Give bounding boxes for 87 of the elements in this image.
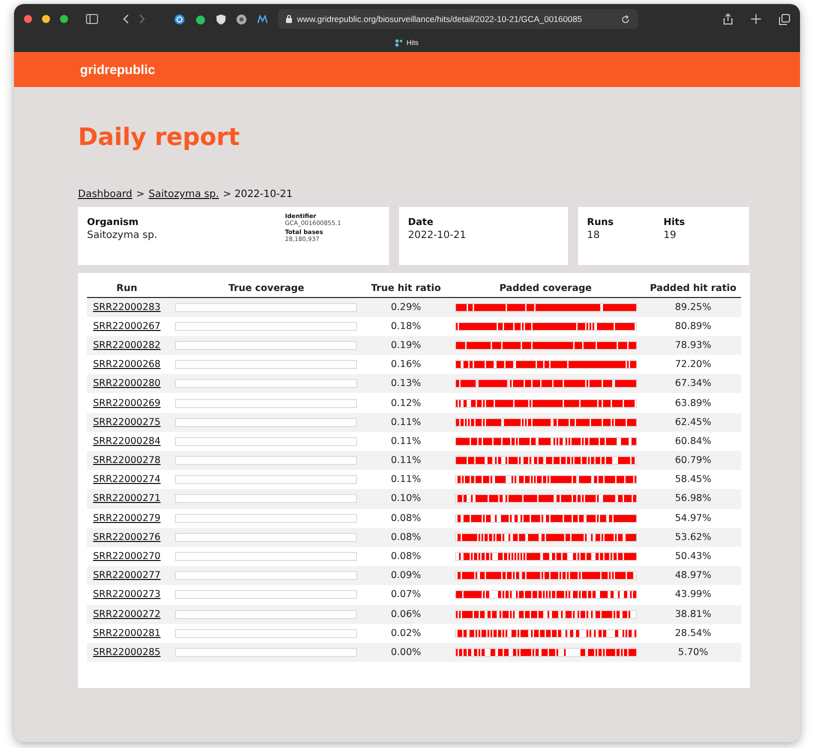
run-link[interactable]: SRR22000277 (93, 570, 161, 582)
table-cell: 0.11% (390, 474, 422, 486)
close-window-icon[interactable] (24, 15, 32, 23)
table-cell: 0.08% (390, 532, 422, 543)
reload-icon[interactable] (621, 14, 630, 24)
breadcrumb-link[interactable]: Dashboard (78, 189, 132, 200)
run-link[interactable]: SRR22000278 (93, 455, 161, 466)
forward-icon[interactable] (139, 14, 146, 24)
card-value: 18 (587, 230, 601, 241)
run-link[interactable]: SRR22000283 (93, 302, 161, 313)
run-link[interactable]: SRR22000276 (93, 532, 161, 543)
run-link[interactable]: SRR22000279 (93, 512, 161, 524)
run-link[interactable]: SRR22000270 (93, 551, 161, 562)
table-cell: 56.98% (675, 493, 712, 504)
run-link[interactable]: SRR22000272 (93, 608, 161, 620)
table-cell: 0.12% (390, 398, 422, 409)
page-title: Daily report (78, 123, 241, 151)
run-link[interactable]: SRR22000267 (93, 320, 161, 332)
run-link[interactable]: SRR22000274 (93, 474, 161, 486)
run-link[interactable]: SRR22000275 (93, 416, 161, 428)
run-link[interactable]: SRR22000282 (93, 340, 161, 351)
table-cell: 53.62% (675, 532, 712, 543)
table-cell: 0.11% (390, 436, 422, 447)
tabs-icon[interactable] (779, 14, 790, 24)
table-cell: 0.29% (390, 302, 422, 313)
table-cell: 78.93% (675, 340, 712, 351)
extension-icon[interactable] (236, 14, 247, 24)
minimize-window-icon[interactable] (42, 15, 50, 23)
table-cell: 0.11% (390, 455, 422, 466)
card-value: 19 (664, 230, 678, 241)
table-cell: 0.09% (390, 570, 422, 582)
table-cell: 43.99% (675, 589, 712, 600)
run-link[interactable]: SRR22000285 (93, 646, 161, 658)
dots-icon (395, 39, 404, 47)
table-cell: 0.19% (390, 340, 422, 351)
shield-icon[interactable] (216, 14, 226, 24)
breadcrumb-text: > 2022-10-21 (222, 189, 293, 200)
run-link[interactable]: SRR22000284 (93, 436, 161, 447)
table-cell: 67.34% (675, 378, 712, 390)
card-label: Hits (664, 217, 686, 228)
sidebar-icon[interactable] (86, 14, 98, 24)
table-cell: 62.45% (675, 416, 712, 428)
card-label: Organism (87, 217, 140, 228)
table-cell: 28.54% (675, 628, 712, 639)
table-cell: 0.07% (390, 589, 422, 600)
plus-icon[interactable] (751, 14, 761, 24)
table-cell: 63.89% (675, 398, 712, 409)
table-cell: 50.43% (675, 551, 712, 562)
table-cell: 54.97% (675, 512, 712, 524)
table-cell: 48.97% (675, 570, 712, 582)
table-cell: 0.06% (390, 608, 422, 620)
table-cell: 0.02% (390, 628, 422, 639)
table-cell: 0.18% (390, 320, 422, 332)
breadcrumb-text: > (136, 189, 145, 200)
table-cell: 0.08% (390, 512, 422, 524)
table-cell: 0.16% (390, 359, 422, 370)
url-text: www.gridrepublic.org/biosurveillance/hits/detail/2022-10-21/GCA_00160085 (297, 14, 583, 24)
card-value: Saitozyma sp. (87, 230, 158, 241)
share-icon[interactable] (723, 13, 733, 25)
table-cell: 0.13% (390, 378, 422, 390)
table-cell: 60.79% (675, 455, 712, 466)
table-cell: 58.45% (675, 474, 712, 486)
card-label: Runs (587, 217, 614, 228)
table-cell: 0.10% (390, 493, 422, 504)
lock-icon (286, 15, 292, 23)
address-bar[interactable]: www.gridrepublic.org/biosurveillance/hits/detail/2022-10-21/GCA_00160085 (278, 9, 638, 29)
run-link[interactable]: SRR22000269 (93, 398, 161, 409)
run-link[interactable]: SRR22000273 (93, 589, 161, 600)
zoom-window-icon[interactable] (60, 15, 68, 23)
table-cell: 89.25% (675, 302, 712, 313)
run-link[interactable]: SRR22000268 (93, 359, 161, 370)
card-label: Date (408, 217, 434, 228)
card-value: 2022-10-21 (408, 230, 466, 241)
extension-icon[interactable] (174, 14, 185, 24)
run-link[interactable]: SRR22000280 (93, 378, 161, 390)
run-link[interactable]: SRR22000281 (93, 628, 161, 639)
table-cell: 0.00% (390, 646, 422, 658)
table-cell: 0.08% (390, 551, 422, 562)
table-cell: 38.81% (675, 608, 712, 620)
breadcrumb-link[interactable]: Saitozyma sp. (148, 189, 219, 200)
table-cell: 72.20% (675, 359, 712, 370)
table-cell: 80.89% (675, 320, 712, 332)
table-cell: 0.11% (390, 416, 422, 428)
table-cell: 5.70% (678, 646, 708, 658)
run-link[interactable]: SRR22000271 (93, 493, 161, 504)
table-cell: 60.84% (675, 436, 712, 447)
back-icon[interactable] (122, 14, 129, 24)
